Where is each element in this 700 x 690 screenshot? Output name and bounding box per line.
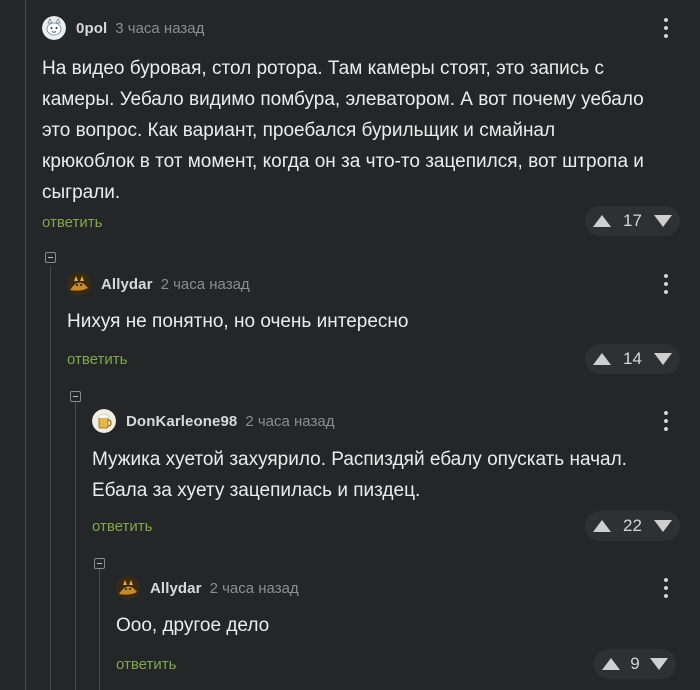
downvote-icon[interactable]	[653, 215, 672, 227]
rating-widget: 9	[594, 649, 676, 679]
comment-text-line: Ооо, другое дело	[116, 615, 270, 636]
comment-text-line: Ебала за хуету зацепилась и пиздец.	[92, 480, 421, 501]
reply-button[interactable]: ответить	[42, 214, 102, 231]
thread-line	[99, 569, 100, 690]
comment-header: Allydar 2 часа назад	[67, 266, 250, 302]
collapse-thread-button[interactable]	[94, 558, 105, 569]
username[interactable]: 0pol	[76, 20, 107, 37]
thread-line	[50, 266, 51, 690]
username[interactable]: Allydar	[150, 580, 202, 597]
comment: 0pol 3 часа назад На видео буровая, стол…	[42, 10, 700, 240]
upvote-icon[interactable]	[593, 520, 611, 532]
comment: Allydar 2 часа назад Ооо, другое дело от…	[116, 570, 700, 690]
more-options-icon[interactable]	[656, 272, 676, 296]
rating-widget: 22	[585, 511, 680, 541]
comment-text: Ооо, другое дело	[116, 610, 269, 641]
comment-text-line: это вопрос. Как вариант, проебался бурил…	[42, 120, 556, 141]
more-options-icon[interactable]	[656, 576, 676, 600]
fox-avatar-icon[interactable]	[67, 272, 91, 296]
username[interactable]: Allydar	[101, 276, 153, 293]
rating-widget: 14	[585, 344, 680, 374]
comment-text: На видео буровая, стол ротора. Там камер…	[42, 53, 644, 208]
more-options-icon[interactable]	[656, 409, 676, 433]
comment-text: Мужика хуетой захуярило. Распиздяй ебалу…	[92, 444, 627, 506]
comment-text-line: Мужика хуетой захуярило. Распиздяй ебалу…	[92, 449, 627, 470]
reply-button[interactable]: ответить	[92, 518, 152, 535]
comment-text-line: На видео буровая, стол ротора. Там камер…	[42, 58, 604, 79]
upvote-icon[interactable]	[602, 658, 620, 670]
comment: Allydar 2 часа назад Нихуя не понятно, н…	[67, 266, 700, 376]
comment-time: 3 часа назад	[115, 19, 205, 37]
comment-text-line: Нихуя не понятно, но очень интересно	[67, 311, 409, 332]
reply-button[interactable]: ответить	[116, 656, 176, 673]
downvote-icon[interactable]	[650, 658, 668, 670]
comment-header: Allydar 2 часа назад	[116, 570, 299, 606]
thread-line	[25, 0, 26, 690]
downvote-icon[interactable]	[653, 353, 672, 365]
upvote-icon[interactable]	[593, 215, 611, 227]
beer-avatar-icon[interactable]	[92, 409, 116, 433]
rating-count: 22	[623, 516, 642, 535]
collapse-thread-button[interactable]	[70, 391, 81, 402]
rating-count: 17	[623, 211, 642, 230]
thread-line	[75, 402, 76, 690]
comment-time: 2 часа назад	[160, 275, 250, 293]
comment-text-line: крюкоблок в тот момент, когда он за что-…	[42, 151, 644, 172]
rating-count: 9	[630, 654, 640, 673]
comment: DonKarleone98 2 часа назад Мужика хуетой…	[92, 403, 700, 548]
comment-text-line: сыграли.	[42, 182, 121, 203]
comment-text-line: камеры. Уебало видимо помбура, элеваторо…	[42, 89, 644, 110]
collapse-thread-button[interactable]	[45, 252, 56, 263]
downvote-icon[interactable]	[653, 520, 672, 532]
comment-header: DonKarleone98 2 часа назад	[92, 403, 334, 439]
comment-time: 2 часа назад	[245, 412, 335, 430]
comment-text: Нихуя не понятно, но очень интересно	[67, 306, 408, 337]
reply-button[interactable]: ответить	[67, 351, 127, 368]
rating-count: 14	[623, 349, 642, 368]
rating-widget: 17	[585, 206, 680, 236]
upvote-icon[interactable]	[593, 353, 611, 365]
comment-time: 2 часа назад	[209, 579, 299, 597]
fox-avatar-icon[interactable]	[116, 576, 140, 600]
more-options-icon[interactable]	[656, 16, 676, 40]
username[interactable]: DonKarleone98	[126, 413, 237, 430]
cat-avatar-icon[interactable]	[42, 16, 66, 40]
comment-header: 0pol 3 часа назад	[42, 10, 204, 46]
